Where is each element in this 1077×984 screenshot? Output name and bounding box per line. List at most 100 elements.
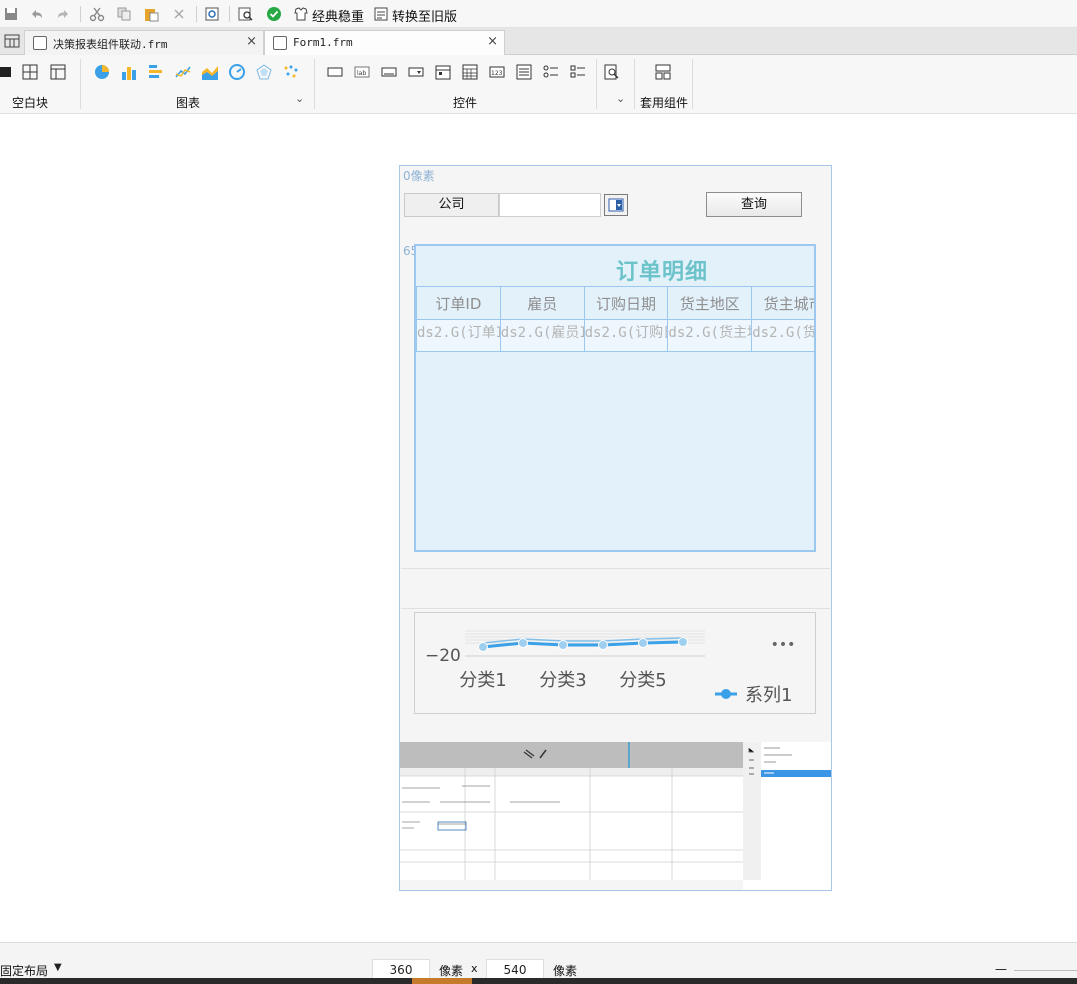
- group-widget-label: 控件: [453, 96, 478, 110]
- zoom-slider[interactable]: [1014, 970, 1077, 971]
- widget-ribbon: 空白块 图表 ⌄ lab 123 控件 ⌄ 套用组件: [0, 55, 1077, 114]
- redo-icon[interactable]: [54, 5, 72, 23]
- tab-bar: 决策报表组件联动.frm × Form1.frm ×: [0, 28, 1077, 55]
- dropdown-button[interactable]: [604, 194, 628, 216]
- os-taskbar: [0, 978, 1077, 984]
- save-icon[interactable]: [2, 5, 20, 23]
- chevron-down-icon[interactable]: ⌄: [616, 92, 625, 105]
- button-widget-icon[interactable]: [327, 64, 343, 80]
- tab-form1[interactable]: Form1.frm ×: [264, 30, 505, 55]
- table-cell[interactable]: ds2.G(订单ID): [416, 319, 501, 352]
- date-widget-icon[interactable]: [435, 64, 451, 80]
- text-widget-icon[interactable]: [381, 64, 397, 80]
- absolute-layout-icon[interactable]: [0, 64, 14, 80]
- undo-icon[interactable]: [28, 5, 46, 23]
- horizontal-bar-icon[interactable]: [148, 64, 164, 80]
- checkbox-group-icon[interactable]: [570, 64, 586, 80]
- calendar-widget-icon[interactable]: [462, 64, 478, 80]
- tab-label: 决策报表组件联动.frm: [53, 38, 168, 51]
- times-label: x: [471, 962, 478, 975]
- ribbon-divider: [596, 59, 597, 109]
- delete-icon[interactable]: [170, 5, 188, 23]
- group-composite-label: 套用组件: [640, 96, 689, 110]
- bar-chart-icon[interactable]: [121, 64, 137, 80]
- chevron-down-icon[interactable]: ▼: [54, 962, 62, 973]
- line-chart-icon[interactable]: [175, 64, 191, 80]
- list-widget-icon[interactable]: [516, 64, 532, 80]
- taskbar-active-item[interactable]: [412, 978, 472, 984]
- chart-x-tick-label: 分类5: [619, 670, 666, 691]
- table-header: 雇员: [499, 286, 585, 320]
- chart-block[interactable]: −20 分类1 分类3 分类5 ••• 系列1: [414, 612, 816, 714]
- main-toolbar: 经典稳重 转换至旧版: [0, 0, 1077, 28]
- pie-chart-icon[interactable]: [94, 64, 110, 80]
- grid-layout-icon[interactable]: [22, 64, 38, 80]
- radio-group-icon[interactable]: [543, 64, 559, 80]
- zoom-out-button[interactable]: —: [995, 962, 1007, 976]
- gauge-chart-icon[interactable]: [229, 64, 245, 80]
- toolbar-divider: [196, 6, 197, 22]
- chart-legend-label: 系列1: [745, 685, 792, 706]
- tab-layout-icon[interactable]: [50, 64, 66, 80]
- width-unit-label: 像素: [439, 964, 464, 978]
- chart-x-tick-label: 分类1: [459, 670, 506, 691]
- close-icon[interactable]: ×: [246, 34, 257, 49]
- combo-widget-icon[interactable]: [408, 64, 424, 80]
- table-header: 货主地区: [667, 286, 753, 320]
- blank-block[interactable]: [401, 568, 830, 609]
- toolbar-divider: [229, 6, 230, 22]
- chart-point: [638, 638, 648, 648]
- chart-point: [678, 637, 688, 647]
- group-chart-label: 图表: [176, 96, 201, 110]
- number-widget-icon[interactable]: 123: [489, 64, 505, 80]
- chevron-down-icon[interactable]: ⌄: [295, 92, 304, 105]
- paste-icon[interactable]: [142, 5, 160, 23]
- search-widget-icon[interactable]: [604, 64, 620, 80]
- layout-grid-icon[interactable]: [4, 33, 20, 52]
- tab-decision-report[interactable]: 决策报表组件联动.frm ×: [24, 30, 264, 55]
- convert-icon[interactable]: [372, 5, 390, 23]
- search-preview-icon[interactable]: [237, 5, 255, 23]
- report-title: 订单明细: [615, 260, 708, 285]
- check-icon[interactable]: [265, 5, 283, 23]
- close-icon[interactable]: ×: [487, 34, 498, 49]
- layout-mode-select[interactable]: 固定布局: [0, 962, 48, 979]
- group-blank-label: 空白块: [12, 96, 49, 110]
- table-header: 货主城市: [751, 286, 814, 320]
- area-chart-icon[interactable]: [202, 64, 218, 80]
- query-button[interactable]: 查询: [706, 192, 802, 217]
- table-cell[interactable]: ds2.G(订购日期): [583, 319, 669, 352]
- copy-icon[interactable]: [115, 5, 133, 23]
- scatter-chart-icon[interactable]: [283, 64, 299, 80]
- composite-widget-icon[interactable]: [655, 64, 671, 80]
- table-cell[interactable]: ds2.G(货主城市): [751, 319, 814, 352]
- label-widget-icon[interactable]: lab: [354, 64, 370, 80]
- company-field[interactable]: [499, 193, 601, 217]
- form-file-icon: [273, 36, 287, 50]
- radar-chart-icon[interactable]: [256, 64, 272, 80]
- classic-theme-button[interactable]: 经典稳重: [312, 6, 364, 25]
- embedded-report-preview[interactable]: [400, 742, 831, 890]
- tab-label: Form1.frm: [293, 36, 353, 49]
- dropdown-icon: [608, 198, 624, 212]
- convert-to-old-button[interactable]: 转换至旧版: [392, 6, 457, 25]
- chart-point: [598, 640, 608, 650]
- toolbar-divider: [80, 6, 81, 22]
- chart-point: [478, 642, 488, 652]
- ribbon-divider: [634, 59, 635, 109]
- height-unit-label: 像素: [553, 964, 578, 978]
- table-cell[interactable]: ds2.G(货主地区): [667, 319, 753, 352]
- report-designer-thumbnail: [400, 742, 831, 890]
- table-header: 订单ID: [416, 286, 501, 320]
- theme-icon[interactable]: [292, 5, 310, 23]
- ribbon-divider: [80, 59, 81, 109]
- status-bar: 固定布局 ▼ 360 像素 x 540 像素 —: [0, 942, 1077, 981]
- preview-icon[interactable]: [203, 5, 221, 23]
- chart-x-tick-label: 分类3: [539, 670, 586, 691]
- report-block[interactable]: 订单明细 订单ID 雇员 订购日期 货主地区 货主城市 ds2.G(订单ID) …: [414, 244, 816, 552]
- svg-text:lab: lab: [357, 70, 366, 77]
- cut-icon[interactable]: [88, 5, 106, 23]
- mobile-form[interactable]: 0像素 公司 查询 65像素 订单明细 订单ID 雇员 订购日期 货主地区 货主…: [399, 165, 832, 891]
- ribbon-divider: [692, 59, 693, 109]
- table-cell[interactable]: ds2.G(雇员ID): [499, 319, 585, 352]
